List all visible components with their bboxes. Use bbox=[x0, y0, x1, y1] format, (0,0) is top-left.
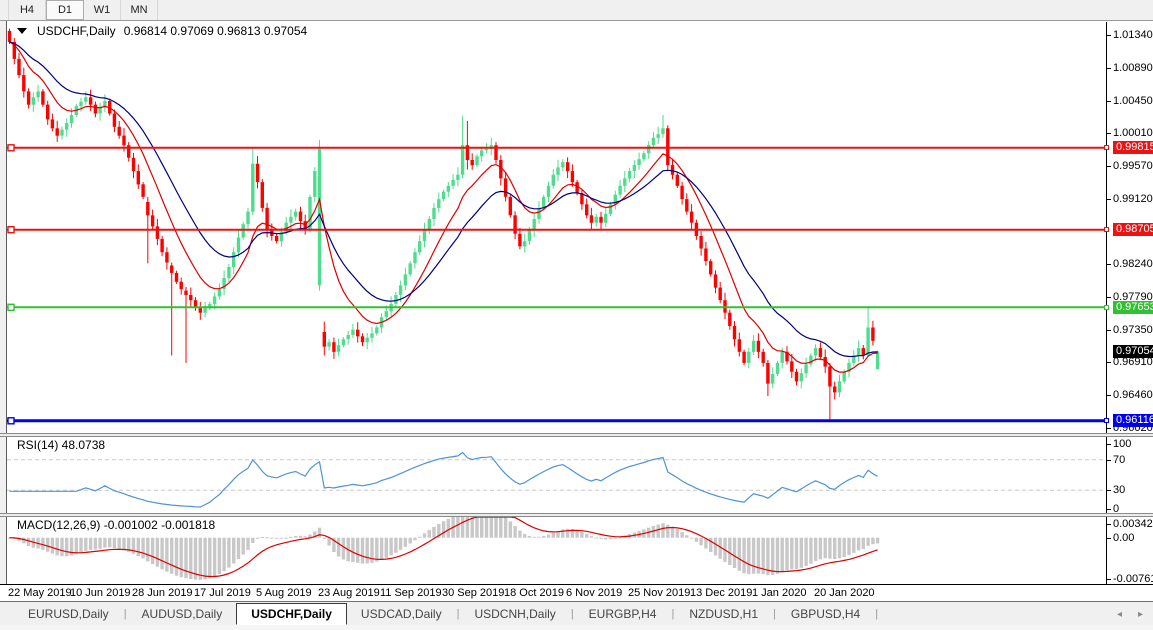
price-tick: 1.00890 bbox=[1107, 62, 1153, 74]
price-level-badge: 0.99815 bbox=[1113, 141, 1153, 154]
status-strip bbox=[0, 625, 1153, 630]
timeframe-button-w1[interactable]: W1 bbox=[84, 0, 121, 20]
date-tick-label: 28 Jun 2019 bbox=[132, 587, 193, 599]
date-tick-label: 18 Oct 2019 bbox=[504, 587, 564, 599]
price-tick: 0.96460 bbox=[1107, 389, 1153, 401]
date-tick-label: 11 Sep 2019 bbox=[380, 587, 442, 599]
date-tick-label: 23 Aug 2019 bbox=[318, 587, 380, 599]
rsi-axis: 10070300 bbox=[1106, 437, 1153, 513]
chart-tab-usdchf[interactable]: USDCHF,Daily bbox=[236, 603, 347, 625]
rsi-label: RSI(14) 48.0738 bbox=[17, 438, 105, 452]
price-tick: 0.98240 bbox=[1107, 258, 1153, 270]
chart-tab-bar: EURUSD,Daily|AUDUSD,DailyUSDCHF,DailyUSD… bbox=[0, 601, 1153, 625]
timeframe-toolbar: H4 D1 W1 MN bbox=[0, 0, 1153, 21]
price-tick: 1.00450 bbox=[1107, 95, 1153, 107]
macd-label: MACD(12,26,9) -0.001002 -0.001818 bbox=[17, 518, 215, 532]
candlestick-chart-canvas[interactable] bbox=[7, 22, 1106, 433]
chart-tab-audusd[interactable]: AUDUSD,Daily bbox=[128, 604, 237, 624]
price-tick: 0.99570 bbox=[1107, 160, 1153, 172]
price-tick: 0.99120 bbox=[1107, 193, 1153, 205]
tab-separator: | bbox=[124, 608, 127, 620]
macd-axis: 0.0034280.00-0.007615 bbox=[1106, 517, 1153, 584]
chart-title-row: USDCHF,Daily 0.96814 0.97069 0.96813 0.97… bbox=[17, 24, 307, 38]
price-level-badge: 0.96116 bbox=[1113, 414, 1153, 427]
tab-scroll-right-icon[interactable]: ▸ bbox=[1138, 609, 1143, 620]
date-tick-label: 25 Nov 2019 bbox=[628, 587, 690, 599]
window-left-edge bbox=[0, 21, 7, 584]
tab-separator: | bbox=[571, 608, 574, 620]
level-axis-marker bbox=[1104, 227, 1109, 232]
chart-tab-nzdusd[interactable]: NZDUSD,H1 bbox=[675, 604, 772, 624]
date-tick-label: 17 Jul 2019 bbox=[194, 587, 251, 599]
tab-separator: | bbox=[773, 608, 776, 620]
current-price-badge: 0.97054 bbox=[1113, 345, 1153, 358]
price-tick: 1.01340 bbox=[1107, 29, 1153, 41]
chart-tab-usdcnh[interactable]: USDCNH,Daily bbox=[460, 604, 569, 624]
tab-separator: | bbox=[671, 608, 674, 620]
price-axis: 1.01340 1.00890 1.00450 1.00010 0.99570 0.991… bbox=[1106, 22, 1153, 433]
level-axis-marker bbox=[1104, 145, 1109, 150]
chart-title: USDCHF,Daily bbox=[37, 24, 116, 38]
price-tick: 0.97350 bbox=[1107, 324, 1153, 336]
rsi-tick: 70 bbox=[1107, 454, 1125, 466]
price-level-badge: 0.97653 bbox=[1113, 301, 1153, 314]
timeframe-button-h4[interactable]: H4 bbox=[8, 0, 46, 20]
date-tick-label: 1 Jan 2020 bbox=[752, 587, 806, 599]
price-chart-panel[interactable]: USDCHF,Daily 0.96814 0.97069 0.96813 0.97… bbox=[7, 22, 1106, 433]
date-tick-label: 13 Dec 2019 bbox=[690, 587, 752, 599]
chart-tab-eurusd[interactable]: EURUSD,Daily bbox=[14, 604, 123, 624]
date-tick-label: 6 Nov 2019 bbox=[566, 587, 622, 599]
tab-scroll-left-icon[interactable]: ◂ bbox=[1117, 609, 1122, 620]
rsi-chart-canvas[interactable] bbox=[7, 437, 1106, 513]
price-level-badge: 0.98705 bbox=[1113, 223, 1153, 236]
timeframe-button-mn[interactable]: MN bbox=[121, 0, 158, 20]
level-axis-marker bbox=[1104, 305, 1109, 310]
rsi-tick: 100 bbox=[1107, 438, 1131, 450]
chart-tab-gbpusd[interactable]: GBPUSD,H4 bbox=[777, 604, 874, 624]
date-tick-label: 30 Sep 2019 bbox=[442, 587, 504, 599]
level-axis-marker bbox=[1104, 418, 1109, 423]
chart-ohlc-values: 0.96814 0.97069 0.96813 0.97054 bbox=[124, 24, 308, 38]
macd-panel[interactable]: MACD(12,26,9) -0.001002 -0.001818 bbox=[7, 517, 1106, 584]
date-axis: 22 May 201910 Jun 201928 Jun 201917 Jul … bbox=[0, 584, 1153, 602]
date-tick-label: 5 Aug 2019 bbox=[256, 587, 312, 599]
tab-separator: | bbox=[875, 608, 878, 620]
date-tick-label: 22 May 2019 bbox=[8, 587, 72, 599]
macd-tick: 0.00 bbox=[1107, 532, 1134, 544]
date-tick-label: 20 Jan 2020 bbox=[814, 587, 875, 599]
chart-window: USDCHF,Daily 0.96814 0.97069 0.96813 0.97… bbox=[0, 21, 1153, 601]
timeframe-button-d1[interactable]: D1 bbox=[46, 0, 84, 20]
date-tick-label: 10 Jun 2019 bbox=[70, 587, 131, 599]
chart-tab-eurgbp[interactable]: EURGBP,H4 bbox=[575, 604, 671, 624]
rsi-tick: 30 bbox=[1107, 484, 1125, 496]
tab-separator: | bbox=[457, 608, 460, 620]
rsi-panel[interactable]: RSI(14) 48.0738 bbox=[7, 437, 1106, 513]
symbol-dropdown-icon[interactable] bbox=[17, 28, 27, 34]
price-tick: 1.00010 bbox=[1107, 127, 1153, 139]
tab-scroll-controls: ◂ ▸ bbox=[1117, 602, 1143, 626]
macd-tick: 0.003428 bbox=[1107, 518, 1153, 530]
trading-terminal: H4 D1 W1 MN USDCHF,Daily 0.96814 0.97069 … bbox=[0, 0, 1153, 630]
chart-tab-usdcad[interactable]: USDCAD,Daily bbox=[347, 604, 456, 624]
